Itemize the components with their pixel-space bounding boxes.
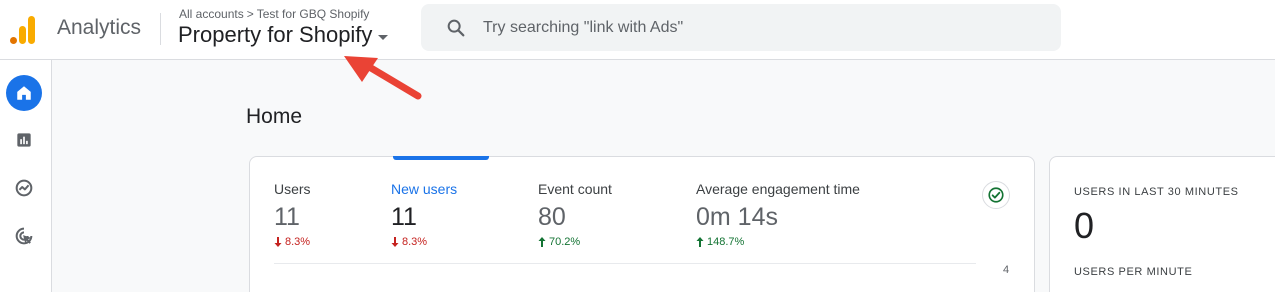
- realtime-sub-label: USERS PER MINUTE: [1074, 266, 1193, 278]
- overview-card: Users 11 8.3% New users 11 8.3% Event co…: [249, 156, 1035, 292]
- explore-icon: [15, 179, 33, 197]
- metric-delta: 8.3%: [391, 236, 457, 248]
- arrow-up-icon: [538, 237, 546, 247]
- metric-value: 0m 14s: [696, 203, 778, 231]
- chevron-right-icon: >: [246, 7, 254, 21]
- metric-delta: 70.2%: [538, 236, 612, 248]
- app-name: Analytics: [57, 16, 142, 39]
- metric-delta-value: 70.2%: [549, 236, 581, 248]
- page-title: Home: [246, 105, 303, 128]
- metric-users[interactable]: Users 11 8.3%: [274, 181, 311, 248]
- breadcrumb-account-name[interactable]: Test for GBQ Shopify: [257, 7, 370, 21]
- breadcrumb[interactable]: All accounts > Test for GBQ Shopify: [179, 7, 369, 21]
- realtime-card: USERS IN LAST 30 MINUTES 0 USERS PER MIN…: [1049, 156, 1275, 292]
- property-selector[interactable]: Property for Shopify: [178, 22, 389, 48]
- arrow-up-icon: [696, 237, 704, 247]
- nav-home[interactable]: [6, 75, 42, 111]
- search-input[interactable]: [483, 4, 1043, 51]
- property-name: Property for Shopify: [178, 22, 373, 47]
- header-divider: [160, 13, 161, 45]
- breadcrumb-all-accounts[interactable]: All accounts: [179, 7, 244, 21]
- metric-delta-value: 8.3%: [285, 236, 311, 248]
- annotation-arrow-icon: [344, 56, 422, 100]
- metric-event-count[interactable]: Event count 80 70.2%: [538, 181, 612, 248]
- search-icon: [447, 19, 465, 37]
- dropdown-caret-icon: [378, 34, 389, 40]
- metric-value: 11: [391, 203, 417, 231]
- metric-value: 80: [538, 203, 566, 231]
- realtime-value: 0: [1074, 205, 1095, 246]
- arrow-down-icon: [391, 237, 399, 247]
- metric-label: Event count: [538, 181, 612, 197]
- metric-delta-value: 8.3%: [402, 236, 428, 248]
- home-icon: [17, 86, 31, 100]
- metric-average-engagement-time[interactable]: Average engagement time 0m 14s 148.7%: [696, 181, 860, 248]
- chart-axis-tick: 4: [1003, 264, 1010, 276]
- check-circle-icon: [988, 187, 1004, 203]
- metric-delta-value: 148.7%: [707, 236, 745, 248]
- reports-icon: [17, 133, 31, 147]
- nav-reports[interactable]: [6, 122, 42, 158]
- metric-label: Users: [274, 181, 311, 197]
- data-quality-check-icon[interactable]: [982, 181, 1010, 209]
- analytics-logo-icon[interactable]: [10, 14, 40, 44]
- advertising-icon: [15, 227, 33, 245]
- metric-label: New users: [391, 181, 458, 197]
- metric-new-users[interactable]: New users 11 8.3%: [391, 181, 457, 248]
- left-nav: [0, 60, 52, 292]
- active-tab-indicator: [393, 156, 489, 160]
- chart-gridline: [274, 263, 976, 264]
- nav-advertising[interactable]: [6, 218, 42, 254]
- realtime-label: USERS IN LAST 30 MINUTES: [1074, 186, 1239, 198]
- arrow-down-icon: [274, 237, 282, 247]
- metric-delta: 148.7%: [696, 236, 860, 248]
- top-app-bar: Analytics All accounts > Test for GBQ Sh…: [0, 0, 1275, 60]
- search-bar[interactable]: [421, 4, 1061, 51]
- metric-delta: 8.3%: [274, 236, 311, 248]
- nav-explore[interactable]: [6, 170, 42, 206]
- metric-label: Average engagement time: [696, 181, 860, 197]
- metric-value: 11: [274, 203, 300, 231]
